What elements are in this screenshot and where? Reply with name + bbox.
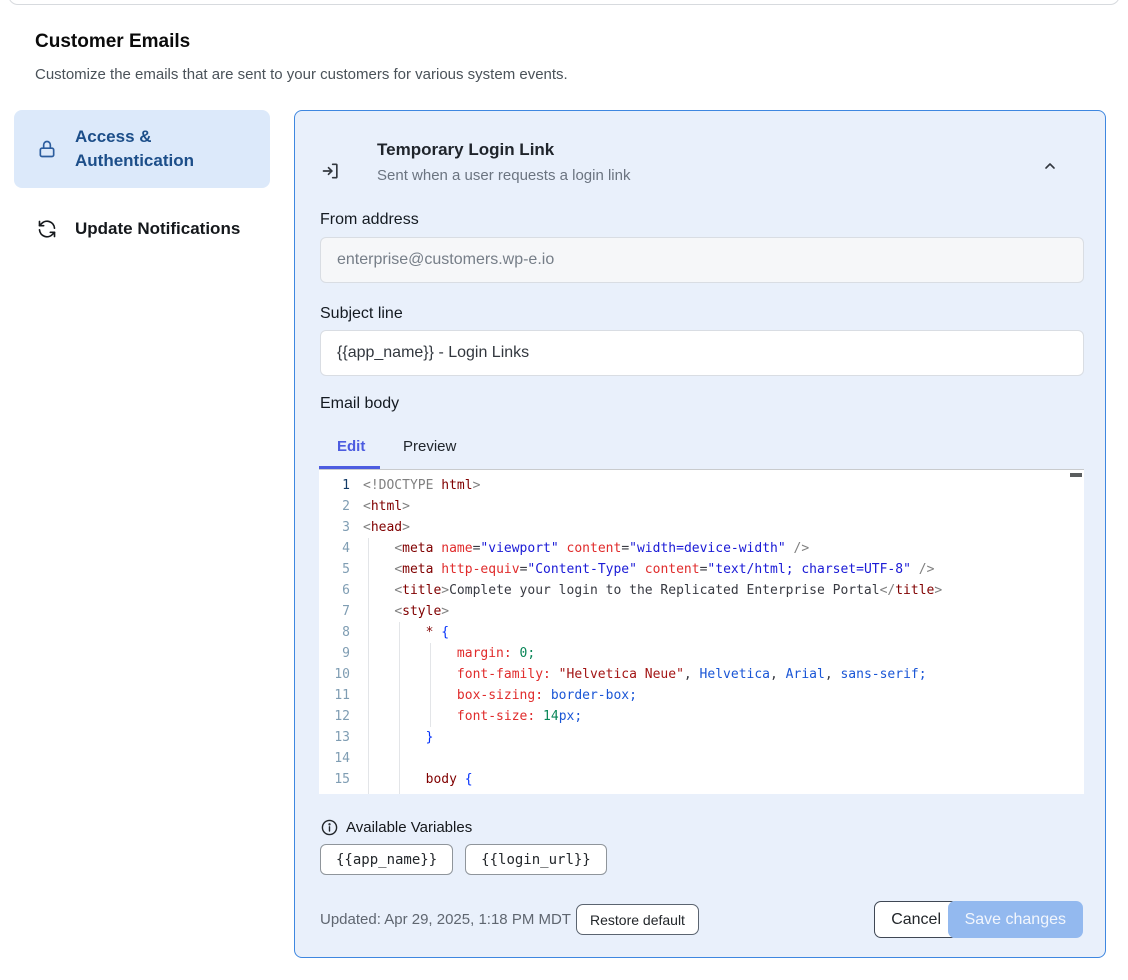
line-number: 15: [319, 769, 363, 790]
code-line: 4 <meta name="viewport" content="width=d…: [319, 538, 1084, 559]
info-icon: [321, 819, 338, 836]
email-body-code-editor[interactable]: 1<!DOCTYPE html>2<html>3<head>4 <meta na…: [319, 469, 1084, 794]
sidebar-item-update-notifications[interactable]: Update Notifications: [14, 203, 270, 255]
save-changes-button[interactable]: Save changes: [948, 901, 1083, 938]
code-line: 5 <meta http-equiv="Content-Type" conten…: [319, 559, 1084, 580]
subject-line-input[interactable]: [320, 330, 1084, 376]
temporary-login-link-panel: Temporary Login Link Sent when a user re…: [294, 110, 1106, 958]
line-number: 13: [319, 727, 363, 748]
line-number: 2: [319, 496, 363, 517]
line-number: 5: [319, 559, 363, 580]
previous-card-edge: [8, 0, 1120, 5]
panel-header: Temporary Login Link Sent when a user re…: [320, 139, 1080, 191]
sidebar-item-label: Update Notifications: [75, 217, 240, 241]
vertical-scrollbar-thumb[interactable]: [1070, 473, 1082, 477]
email-types-sidebar: Access & Authentication Update Notificat…: [14, 110, 270, 255]
refresh-icon: [36, 218, 58, 240]
line-number: 11: [319, 685, 363, 706]
updated-timestamp: Updated: Apr 29, 2025, 1:18 PM MDT: [320, 911, 571, 928]
code-line: 7 <style>: [319, 601, 1084, 622]
code-line: 14: [319, 748, 1084, 769]
chevron-up-icon[interactable]: [1038, 154, 1062, 178]
page-title: Customer Emails: [35, 31, 190, 53]
cancel-button[interactable]: Cancel: [874, 901, 958, 938]
code-line: 16 background-color: #ffffff;: [319, 790, 1084, 794]
panel-title: Temporary Login Link: [377, 140, 554, 160]
variable-chip-app-name[interactable]: {{app_name}}: [320, 844, 453, 875]
line-number: 8: [319, 622, 363, 643]
email-body-label: Email body: [320, 395, 399, 413]
tab-edit[interactable]: Edit: [337, 438, 365, 455]
from-address-input[interactable]: [320, 237, 1084, 283]
tab-preview[interactable]: Preview: [403, 438, 456, 455]
line-number: 16: [319, 790, 363, 794]
available-variables-label: Available Variables: [346, 819, 472, 836]
line-number: 14: [319, 748, 363, 769]
code-line: 12 font-size: 14px;: [319, 706, 1084, 727]
code-line: 8 * {: [319, 622, 1084, 643]
lock-icon: [36, 138, 58, 160]
line-number: 1: [319, 475, 363, 496]
from-address-label: From address: [320, 211, 419, 229]
line-number: 10: [319, 664, 363, 685]
line-number: 12: [319, 706, 363, 727]
sidebar-item-access-authentication[interactable]: Access & Authentication: [14, 110, 270, 188]
code-line: 3<head>: [319, 517, 1084, 538]
line-number: 6: [319, 580, 363, 601]
line-number: 7: [319, 601, 363, 622]
code-line: 15 body {: [319, 769, 1084, 790]
code-editor-lines: 1<!DOCTYPE html>2<html>3<head>4 <meta na…: [319, 475, 1084, 794]
available-variables-row: Available Variables: [321, 819, 472, 836]
page-subtitle: Customize the emails that are sent to yo…: [35, 66, 568, 83]
line-number: 3: [319, 517, 363, 538]
code-line: 13 }: [319, 727, 1084, 748]
subject-line-label: Subject line: [320, 305, 403, 323]
variable-chip-login-url[interactable]: {{login_url}}: [465, 844, 607, 875]
code-line: 2<html>: [319, 496, 1084, 517]
code-line: 11 box-sizing: border-box;: [319, 685, 1084, 706]
active-tab-underline: [319, 466, 380, 469]
sidebar-item-label: Access & Authentication: [75, 125, 260, 173]
line-number: 4: [319, 538, 363, 559]
restore-default-button[interactable]: Restore default: [576, 904, 699, 935]
variable-chips: {{app_name}} {{login_url}}: [320, 844, 607, 875]
code-line: 10 font-family: "Helvetica Neue", Helvet…: [319, 664, 1084, 685]
code-line: 1<!DOCTYPE html>: [319, 475, 1084, 496]
panel-subtitle: Sent when a user requests a login link: [377, 167, 630, 184]
code-line: 6 <title>Complete your login to the Repl…: [319, 580, 1084, 601]
code-line: 9 margin: 0;: [319, 643, 1084, 664]
login-arrow-icon: [321, 161, 341, 186]
line-number: 9: [319, 643, 363, 664]
